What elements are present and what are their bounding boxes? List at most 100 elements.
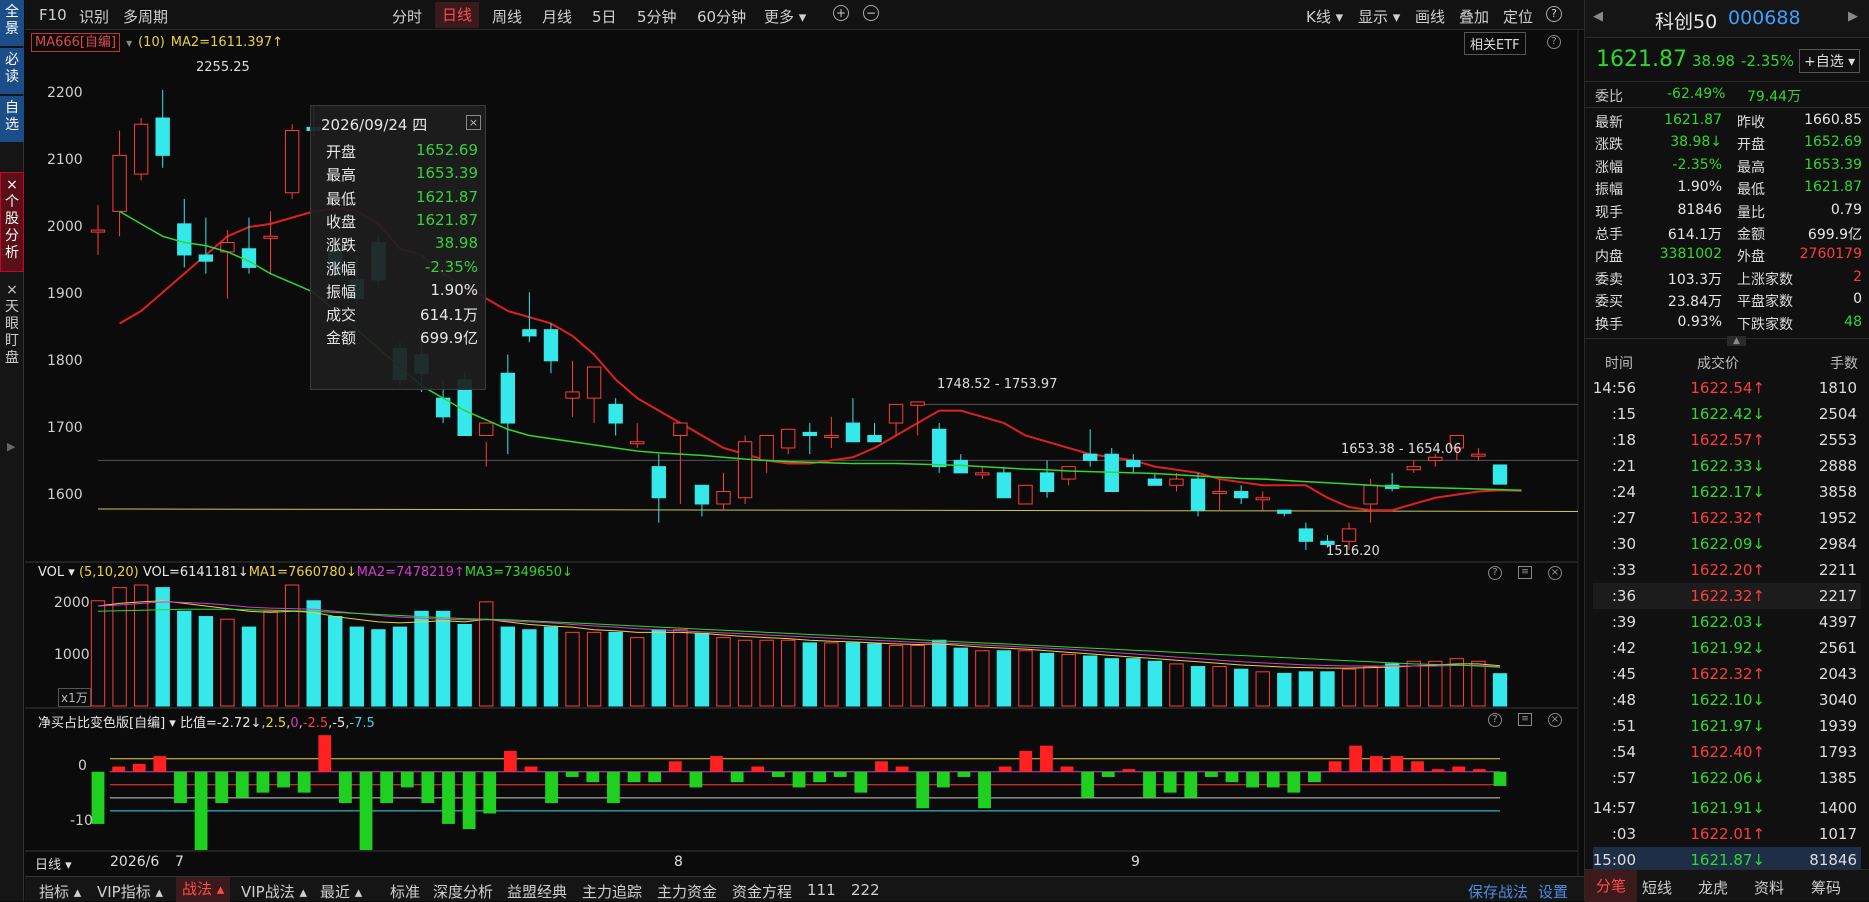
item-main-funds[interactable]: 主力资金 bbox=[657, 881, 717, 902]
candle-body bbox=[90, 229, 106, 233]
prev-arrow-icon[interactable]: ◀ bbox=[1593, 9, 1603, 24]
trade-row[interactable]: 14:56 1622.54↑ 1810 bbox=[1593, 375, 1861, 401]
close-icon[interactable]: × bbox=[466, 115, 481, 130]
item-fund-equation[interactable]: 资金方程 bbox=[732, 881, 792, 902]
volume-bar bbox=[522, 629, 537, 707]
ma-param: (10) bbox=[138, 35, 165, 50]
tab-chips[interactable]: 筹码 bbox=[1811, 877, 1841, 898]
trade-time: :24 bbox=[1611, 483, 1636, 501]
menu-indicators[interactable]: 指标 ▴ bbox=[39, 881, 81, 902]
menu-tactics[interactable]: 战法 ▴ bbox=[176, 877, 231, 902]
next-arrow-icon[interactable]: ▶ bbox=[1848, 9, 1858, 24]
question-icon[interactable]: ? bbox=[1547, 35, 1561, 49]
close-icon[interactable]: × bbox=[1548, 566, 1562, 580]
ratio-title[interactable]: 净买占比变色版[自编] ▾ bbox=[38, 716, 176, 731]
candle-body bbox=[133, 123, 149, 175]
trade-row[interactable]: :48 1622.10↓ 3040 bbox=[1593, 687, 1861, 713]
trade-row[interactable]: :45 1622.32↑ 2043 bbox=[1593, 661, 1861, 687]
tab-profile[interactable]: 资料 bbox=[1754, 877, 1784, 898]
trade-time: :39 bbox=[1611, 613, 1636, 631]
tooltip-label: 开盘 bbox=[326, 143, 357, 161]
candle-body bbox=[716, 491, 731, 505]
trade-row[interactable]: :42 1621.92↓ 2561 bbox=[1593, 635, 1861, 661]
menu-vip-tactics[interactable]: VIP战法 ▴ bbox=[241, 881, 307, 902]
trade-row[interactable]: :27 1622.32↑ 1952 bbox=[1593, 505, 1861, 531]
settings-icon[interactable]: ≡ bbox=[1518, 713, 1532, 726]
item-111[interactable]: 111 bbox=[807, 881, 836, 899]
trade-row[interactable]: :21 1622.33↓ 2888 bbox=[1593, 453, 1861, 479]
trade-row[interactable]: :51 1621.97↓ 1939 bbox=[1593, 713, 1861, 739]
ratio-bar bbox=[1349, 745, 1363, 772]
collapse-up-icon[interactable]: ▲ bbox=[1727, 336, 1746, 346]
period-select[interactable]: 日线 ▾ bbox=[35, 854, 72, 873]
question-icon[interactable]: ? bbox=[1488, 566, 1502, 580]
candle-body bbox=[1428, 456, 1443, 461]
trade-time: :15 bbox=[1611, 405, 1636, 423]
trade-row[interactable]: :33 1622.20↑ 2211 bbox=[1593, 557, 1861, 583]
tab-ticks[interactable]: 分笔 bbox=[1585, 870, 1637, 902]
tooltip-value: 614.1万 bbox=[420, 306, 478, 325]
trade-row[interactable]: :15 1622.42↓ 2504 bbox=[1593, 401, 1861, 427]
trade-row[interactable]: :03 1622.01↑ 1017 bbox=[1593, 821, 1861, 847]
tooltip-row: 涨跌 38.98 bbox=[326, 234, 478, 255]
volume-bar bbox=[1320, 671, 1335, 707]
stat-label: 委卖 bbox=[1595, 271, 1623, 288]
settings-icon[interactable]: ≡ bbox=[1518, 566, 1532, 579]
trade-row[interactable]: :39 1622.03↓ 4397 bbox=[1593, 609, 1861, 635]
candle-body bbox=[867, 435, 882, 443]
tooltip-row: 成交 614.1万 bbox=[326, 304, 478, 325]
question-icon[interactable]: ? bbox=[1488, 713, 1502, 727]
stat-label: 昨收 bbox=[1737, 115, 1765, 131]
tab-dragon-tiger[interactable]: 龙虎 bbox=[1698, 877, 1728, 898]
ratio-bar bbox=[359, 771, 373, 850]
y-label: 2200 bbox=[47, 85, 83, 101]
trade-volume: 3040 bbox=[1818, 691, 1857, 709]
item-standard[interactable]: 标准 bbox=[390, 881, 420, 902]
indicator-select[interactable]: MA666[自编] bbox=[31, 33, 121, 52]
item-main-tracking[interactable]: 主力追踪 bbox=[582, 881, 642, 902]
ratio-bar bbox=[153, 756, 167, 772]
related-etf-button[interactable]: 相关ETF bbox=[1464, 32, 1526, 55]
ratio-bar bbox=[91, 771, 105, 824]
add-watchlist-button[interactable]: +自选 ▾ bbox=[1799, 49, 1861, 73]
trade-row[interactable]: :24 1622.17↓ 3858 bbox=[1593, 479, 1861, 505]
item-222[interactable]: 222 bbox=[851, 881, 880, 899]
ratio-bar bbox=[586, 771, 600, 783]
tab-short-term[interactable]: 短线 bbox=[1642, 877, 1672, 898]
item-deep-analysis[interactable]: 深度分析 bbox=[433, 881, 493, 902]
ratio-bar bbox=[1493, 771, 1507, 786]
ratio-y-label: -10 bbox=[70, 813, 93, 829]
vol-value: VOL=6141181↓ bbox=[142, 565, 249, 580]
candle-body bbox=[500, 372, 516, 424]
ratio-bar bbox=[771, 771, 785, 777]
volume-title[interactable]: VOL ▾ bbox=[38, 565, 75, 580]
trade-row[interactable]: :30 1622.09↓ 2984 bbox=[1593, 531, 1861, 557]
trade-row[interactable]: :18 1622.57↑ 2553 bbox=[1593, 427, 1861, 453]
candle-body bbox=[1341, 528, 1357, 542]
trade-row[interactable]: :57 1622.06↓ 1385 bbox=[1593, 765, 1861, 791]
trade-row[interactable]: 14:57 1621.91↓ 1400 bbox=[1593, 795, 1861, 821]
ratio-bar bbox=[854, 771, 868, 793]
trade-time: :21 bbox=[1611, 457, 1636, 475]
ratio-bar bbox=[792, 771, 806, 788]
save-tactics-link[interactable]: 保存战法 bbox=[1468, 881, 1528, 902]
candle-body bbox=[1018, 484, 1033, 505]
ratio-bar bbox=[627, 771, 641, 783]
divider bbox=[1585, 107, 1869, 108]
menu-vip-indicators[interactable]: VIP指标 ▴ bbox=[97, 881, 163, 902]
trade-price: 1621.91↓ bbox=[1690, 799, 1765, 817]
settings-link[interactable]: 设置 bbox=[1538, 881, 1568, 902]
tooltip-row: 收盘 1621.87 bbox=[326, 211, 478, 232]
header-price: 成交价 bbox=[1697, 356, 1739, 372]
dropdown-icon[interactable]: ▾ bbox=[126, 36, 132, 50]
stat-value: 38.98↓ bbox=[1670, 134, 1722, 151]
stat-value: 2760179 bbox=[1799, 246, 1862, 263]
trade-row[interactable]: :36 1622.32↑ 2217 bbox=[1593, 583, 1861, 609]
volume-bar bbox=[284, 584, 300, 707]
close-icon[interactable]: × bbox=[1548, 713, 1562, 727]
volume-bar bbox=[1061, 653, 1076, 707]
trade-row[interactable]: :54 1622.40↑ 1793 bbox=[1593, 739, 1861, 765]
quote-stat-row: 振幅 1.90% 最低 1621.87 bbox=[1585, 177, 1869, 199]
item-classic[interactable]: 益盟经典 bbox=[507, 881, 567, 902]
menu-recent[interactable]: 最近 ▴ bbox=[320, 881, 362, 902]
